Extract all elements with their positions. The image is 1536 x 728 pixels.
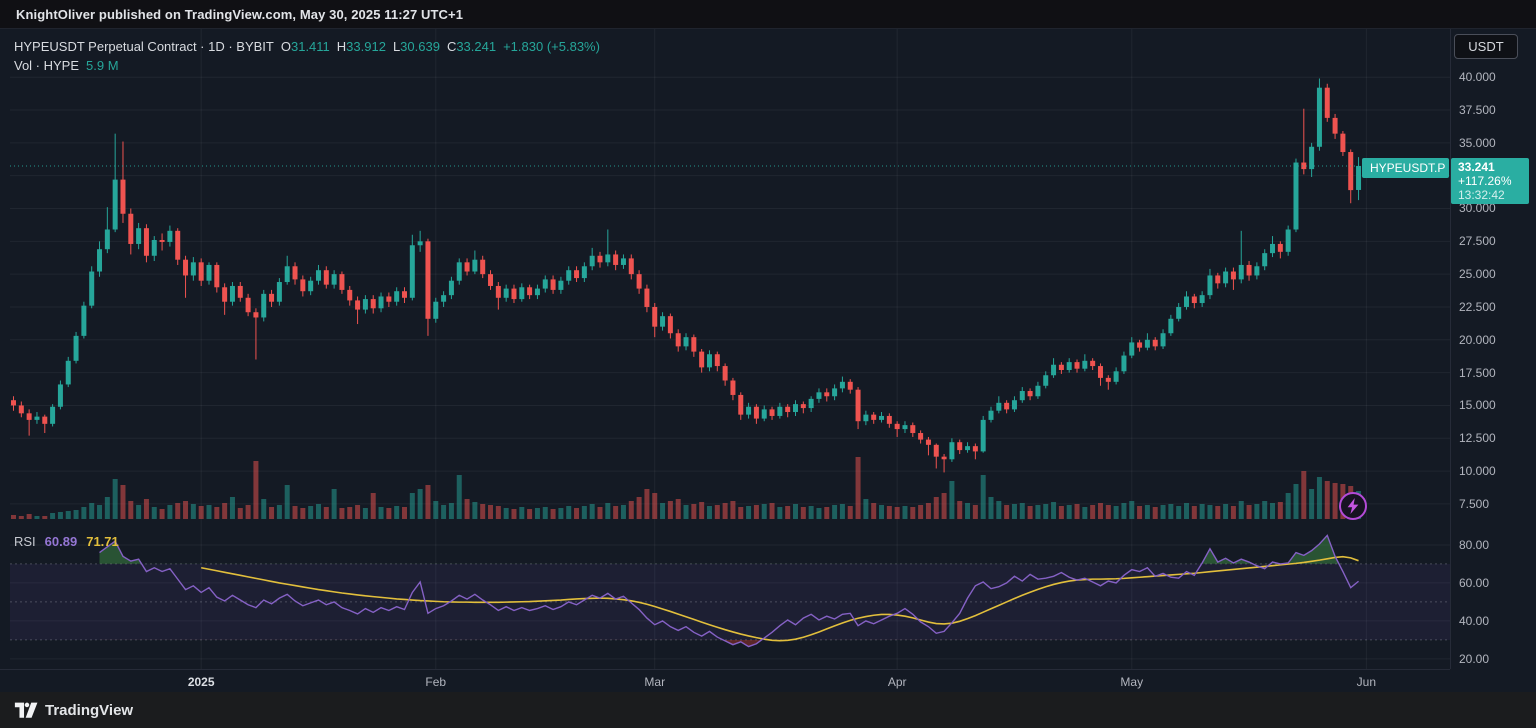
price-tick: 25.000 xyxy=(1459,267,1496,281)
rsi-value: 60.89 xyxy=(45,534,78,549)
currency-toggle-button[interactable]: USDT xyxy=(1454,34,1518,59)
ohlc-close: C33.241 xyxy=(447,39,496,54)
rsi-tick: 40.00 xyxy=(1459,614,1489,628)
chart-area[interactable]: HYPEUSDT Perpetual Contract · 1D · BYBIT… xyxy=(0,28,1536,692)
volume-value: 5.9 M xyxy=(86,58,119,73)
snapshot-title: KnightOliver published on TradingView.co… xyxy=(16,7,463,22)
tradingview-logo-icon[interactable] xyxy=(14,702,38,719)
chart-plot-area[interactable] xyxy=(0,29,1536,693)
time-tick: Mar xyxy=(644,675,665,689)
footer-bar: TradingView xyxy=(0,692,1536,728)
time-tick: May xyxy=(1120,675,1143,689)
flag-countdown: 13:32:42 xyxy=(1458,188,1529,202)
price-scale-axis[interactable]: 40.00037.50035.00030.00027.50025.00022.5… xyxy=(1450,29,1536,669)
price-tick: 20.000 xyxy=(1459,333,1496,347)
symbol-price-flag: HYPEUSDT.P xyxy=(1362,158,1449,178)
rsi-label[interactable]: RSI xyxy=(14,534,36,549)
volume-label[interactable]: Vol · HYPE xyxy=(14,58,79,73)
volume-row: Vol · HYPE 5.9 M xyxy=(14,56,600,74)
time-tick: Jun xyxy=(1357,675,1376,689)
symbol-title[interactable]: HYPEUSDT Perpetual Contract · 1D · BYBIT xyxy=(14,39,274,54)
price-tick: 35.000 xyxy=(1459,136,1496,150)
price-tick: 22.500 xyxy=(1459,300,1496,314)
time-tick: Apr xyxy=(888,675,907,689)
price-tick: 15.000 xyxy=(1459,398,1496,412)
time-scale-axis[interactable]: 2025 Feb Mar Apr May Jun xyxy=(0,669,1450,693)
time-tick: 2025 xyxy=(188,675,215,689)
symbol-ohlc-row: HYPEUSDT Perpetual Contract · 1D · BYBIT… xyxy=(14,37,600,55)
price-change: +1.830 (+5.83%) xyxy=(503,39,600,54)
time-tick: Feb xyxy=(425,675,446,689)
lightning-icon xyxy=(1346,498,1360,514)
flag-price: 33.241 xyxy=(1458,160,1529,174)
price-tick: 17.500 xyxy=(1459,366,1496,380)
last-price-flag: 33.241 +117.26% 13:32:42 xyxy=(1451,158,1529,204)
tradingview-snapshot-page: KnightOliver published on TradingView.co… xyxy=(0,0,1536,728)
price-tick: 12.500 xyxy=(1459,431,1496,445)
rsi-legend: RSI 60.89 71.71 xyxy=(14,533,119,549)
rsi-ma-value: 71.71 xyxy=(86,534,119,549)
rsi-tick: 20.00 xyxy=(1459,652,1489,666)
price-tick: 40.000 xyxy=(1459,70,1496,84)
ohlc-high: H33.912 xyxy=(337,39,386,54)
rsi-tick: 80.00 xyxy=(1459,538,1489,552)
price-tick: 27.500 xyxy=(1459,234,1496,248)
rsi-tick: 60.00 xyxy=(1459,576,1489,590)
price-tick: 10.000 xyxy=(1459,464,1496,478)
flag-change-pct: +117.26% xyxy=(1458,174,1529,188)
price-tick: 37.500 xyxy=(1459,103,1496,117)
price-tick: 7.500 xyxy=(1459,497,1489,511)
boost-button[interactable] xyxy=(1339,492,1367,520)
ohlc-open: O31.411 xyxy=(281,39,330,54)
snapshot-header: KnightOliver published on TradingView.co… xyxy=(0,0,1536,28)
ohlc-low: L30.639 xyxy=(393,39,440,54)
chart-legend: HYPEUSDT Perpetual Contract · 1D · BYBIT… xyxy=(14,37,600,74)
tradingview-logo-text[interactable]: TradingView xyxy=(45,702,133,719)
